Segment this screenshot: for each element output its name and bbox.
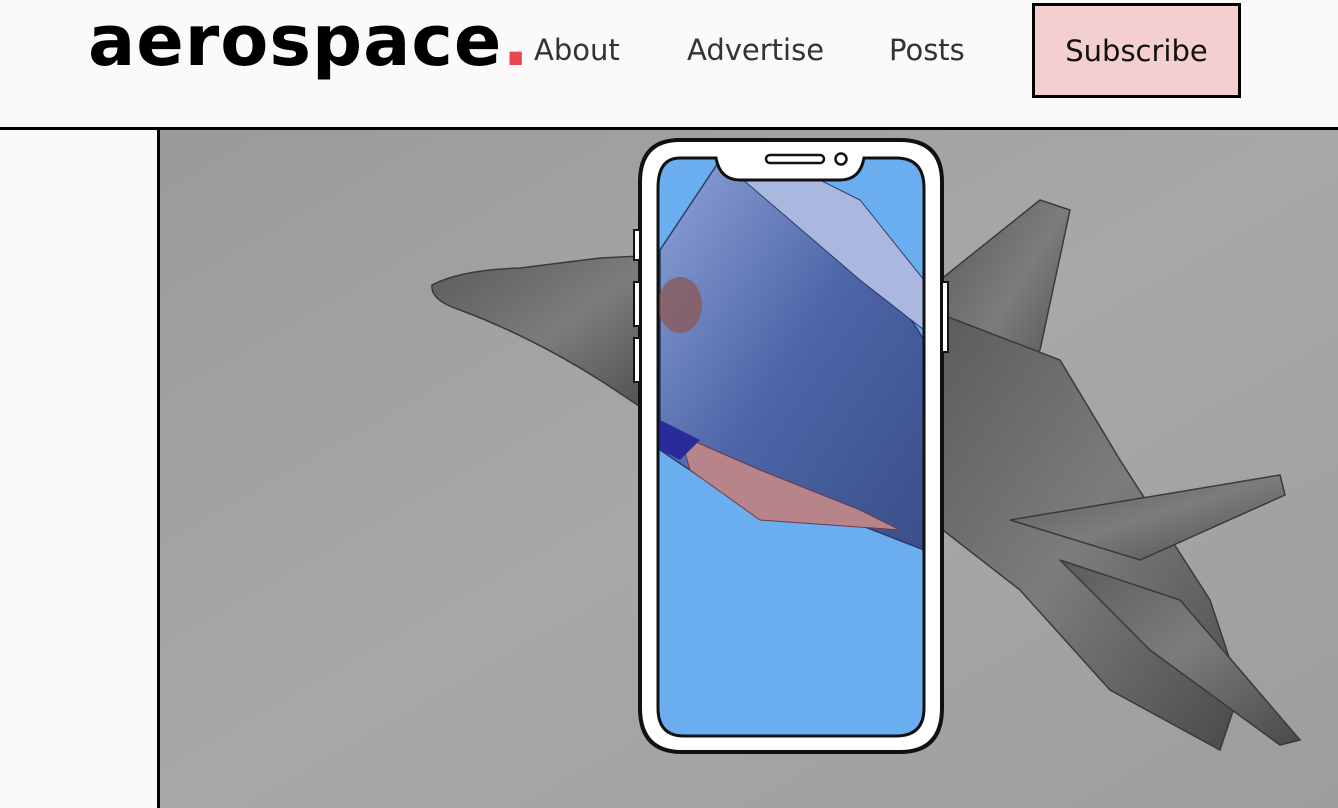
logo-text: aerospace — [88, 0, 503, 82]
site-header: aerospace. About Advertise Posts Subscri… — [0, 0, 1338, 130]
hero-image — [157, 130, 1338, 808]
jet-phone-illustration — [160, 130, 1338, 808]
nav-link-about[interactable]: About — [534, 30, 620, 70]
nav-link-advertise[interactable]: Advertise — [687, 30, 824, 70]
site-logo[interactable]: aerospace. — [88, 6, 530, 76]
phone-screen — [658, 158, 924, 736]
subscribe-button[interactable]: Subscribe — [1032, 3, 1241, 98]
logo-dot: . — [502, 0, 530, 82]
nav-link-posts[interactable]: Posts — [889, 30, 965, 70]
